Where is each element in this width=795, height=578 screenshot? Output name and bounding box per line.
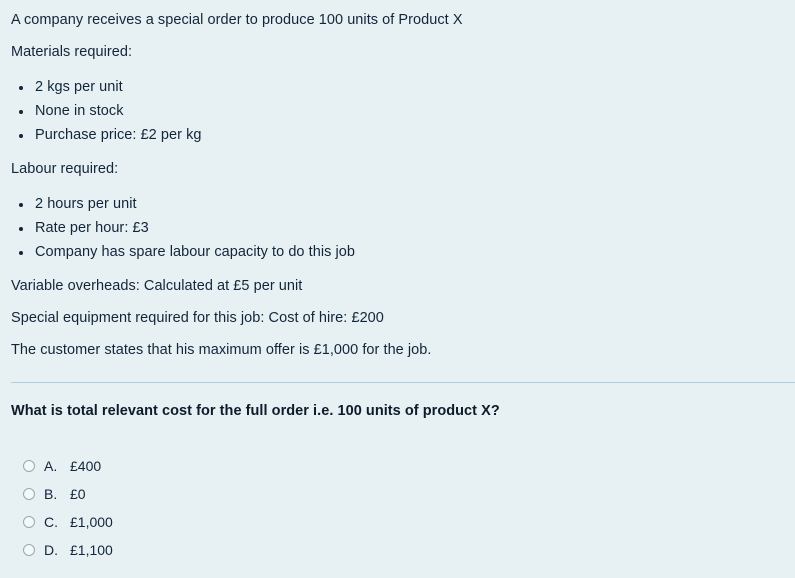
option-value-a: £400 — [70, 458, 102, 474]
variable-overheads-text: Variable overheads: Calculated at £5 per… — [11, 278, 303, 294]
option-value-c: £1,000 — [70, 514, 113, 530]
list-item: 2 kgs per unit — [11, 75, 784, 99]
labour-heading: Labour required: — [11, 161, 119, 177]
question-text: What is total relevant cost for the full… — [11, 403, 500, 419]
option-row-c[interactable]: C. £1,000 — [11, 508, 113, 536]
radio-button-d[interactable] — [23, 544, 35, 556]
option-row-b[interactable]: B. £0 — [11, 480, 113, 508]
stem-intro-text: A company receives a special order to pr… — [11, 12, 463, 28]
option-letter-d: D. — [44, 542, 58, 558]
question-stem: A company receives a special order to pr… — [0, 0, 795, 360]
materials-list: 2 kgs per unit None in stock Purchase pr… — [11, 75, 784, 147]
answer-options-group: A. £400 B. £0 C. £1,000 D. £1,100 — [11, 452, 113, 564]
list-item: None in stock — [11, 99, 784, 123]
list-item: 2 hours per unit — [11, 192, 784, 216]
option-letter-b: B. — [44, 486, 58, 502]
list-item: Company has spare labour capacity to do … — [11, 240, 784, 264]
special-equipment-text: Special equipment required for this job:… — [11, 310, 384, 326]
option-row-a[interactable]: A. £400 — [11, 452, 113, 480]
radio-button-a[interactable] — [23, 460, 35, 472]
option-row-d[interactable]: D. £1,100 — [11, 536, 113, 564]
question-prompt: What is total relevant cost for the full… — [11, 401, 784, 421]
list-item: Rate per hour: £3 — [11, 216, 784, 240]
labour-list: 2 hours per unit Rate per hour: £3 Compa… — [11, 192, 784, 264]
option-value-b: £0 — [70, 486, 86, 502]
section-divider — [11, 382, 795, 383]
quiz-page: A company receives a special order to pr… — [0, 0, 795, 578]
radio-button-b[interactable] — [23, 488, 35, 500]
option-letter-c: C. — [44, 514, 58, 530]
radio-button-c[interactable] — [23, 516, 35, 528]
customer-offer-text: The customer states that his maximum off… — [11, 342, 432, 358]
option-value-d: £1,100 — [70, 542, 113, 558]
option-letter-a: A. — [44, 458, 58, 474]
list-item: Purchase price: £2 per kg — [11, 123, 784, 147]
materials-heading: Materials required: — [11, 44, 133, 60]
